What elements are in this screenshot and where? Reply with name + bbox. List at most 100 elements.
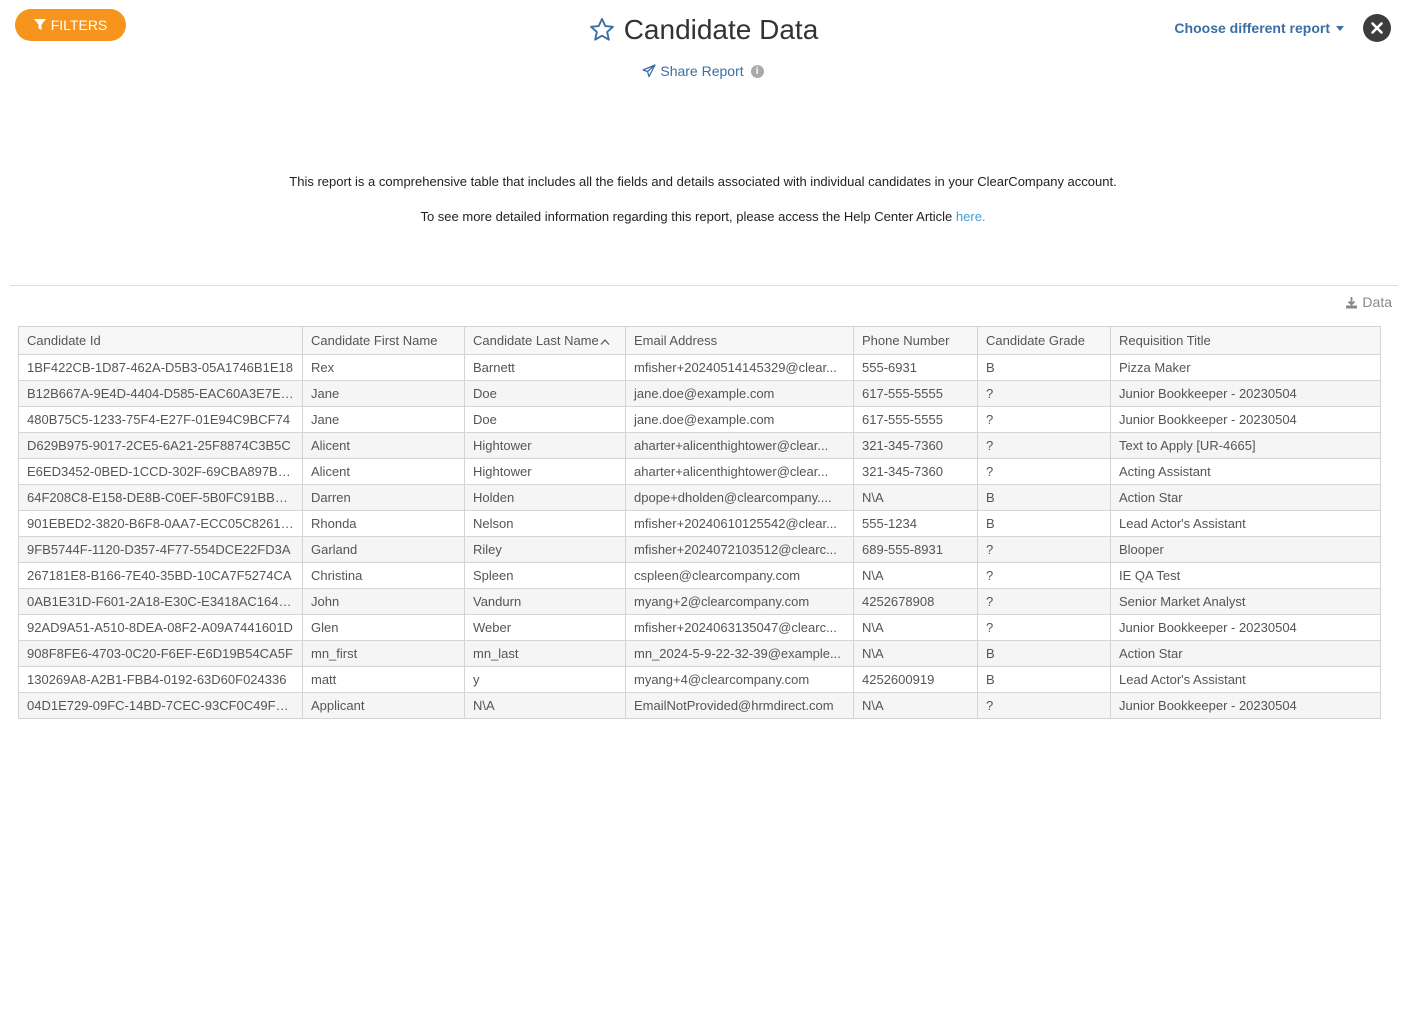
table-row[interactable]: 901EBED2-3820-B6F8-0AA7-ECC05C826122 Rhon… (18, 510, 1381, 537)
cell-grade: ? (977, 458, 1111, 485)
table-row[interactable]: 908F8FE6-4703-0C20-F6EF-E6D19B54CA5F mn_f… (18, 640, 1381, 667)
cell-last-name: Spleen (464, 562, 626, 589)
cell-candidate-id: 9FB5744F-1120-D357-4F77-554DCE22FD3A (18, 536, 303, 563)
table-row[interactable]: 9FB5744F-1120-D357-4F77-554DCE22FD3A Garl… (18, 536, 1381, 563)
cell-email: myang+4@clearcompany.com (625, 666, 854, 693)
cell-phone: 4252678908 (853, 588, 978, 615)
cell-email: jane.doe@example.com (625, 380, 854, 407)
cell-phone: 689-555-8931 (853, 536, 978, 563)
cell-requisition: Junior Bookkeeper - 20230504 (1110, 692, 1381, 719)
cell-phone: 555-6931 (853, 354, 978, 381)
cell-requisition: Text to Apply [UR-4665] (1110, 432, 1381, 459)
cell-phone: 321-345-7360 (853, 458, 978, 485)
share-report-label: Share Report (660, 63, 744, 79)
column-header-requisition[interactable]: Requisition Title (1110, 326, 1381, 355)
table-row[interactable]: 0AB1E31D-F601-2A18-E30C-E3418AC164AB John… (18, 588, 1381, 615)
cell-last-name: y (464, 666, 626, 693)
table-row[interactable]: 480B75C5-1233-75F4-E27F-01E94C9BCF74 Jane… (18, 406, 1381, 433)
cell-email: myang+2@clearcompany.com (625, 588, 854, 615)
table-row[interactable]: 64F208C8-E158-DE8B-C0EF-5B0FC91BBCE3 Darr… (18, 484, 1381, 511)
column-header-last-name-label: Candidate Last Name (473, 333, 599, 348)
cell-grade: ? (977, 562, 1111, 589)
cell-requisition: Senior Market Analyst (1110, 588, 1381, 615)
sort-ascending-icon (600, 338, 610, 345)
choose-report-dropdown[interactable]: Choose different report (1174, 20, 1344, 36)
column-header-phone[interactable]: Phone Number (853, 326, 978, 355)
cell-first-name: Rex (302, 354, 465, 381)
cell-first-name: Jane (302, 380, 465, 407)
cell-grade: ? (977, 406, 1111, 433)
table-row[interactable]: B12B667A-9E4D-4404-D585-EAC60A3E7E1B Jane… (18, 380, 1381, 407)
cell-requisition: IE QA Test (1110, 562, 1381, 589)
cell-candidate-id: 64F208C8-E158-DE8B-C0EF-5B0FC91BBCE3 (18, 484, 303, 511)
close-icon (1371, 22, 1383, 34)
cell-first-name: Alicent (302, 432, 465, 459)
column-header-candidate-id[interactable]: Candidate Id (18, 326, 303, 355)
close-button[interactable] (1363, 14, 1391, 42)
cell-candidate-id: 04D1E729-09FC-14BD-7CEC-93CF0C49FE70 (18, 692, 303, 719)
cell-email: EmailNotProvided@hrmdirect.com (625, 692, 854, 719)
table-row[interactable]: E6ED3452-0BED-1CCD-302F-69CBA897BF19 Alic… (18, 458, 1381, 485)
help-center-link[interactable]: here. (956, 209, 986, 224)
cell-phone: N\A (853, 640, 978, 667)
cell-candidate-id: 1BF422CB-1D87-462A-D5B3-05A1746B1E18 (18, 354, 303, 381)
cell-phone: 555-1234 (853, 510, 978, 537)
divider (10, 285, 1398, 286)
cell-candidate-id: 0AB1E31D-F601-2A18-E30C-E3418AC164AB (18, 588, 303, 615)
cell-grade: B (977, 640, 1111, 667)
cell-email: aharter+alicenthightower@clear... (625, 432, 854, 459)
column-header-email[interactable]: Email Address (625, 326, 854, 355)
cell-first-name: Darren (302, 484, 465, 511)
cell-requisition: Junior Bookkeeper - 20230504 (1110, 406, 1381, 433)
cell-last-name: Riley (464, 536, 626, 563)
cell-email: mfisher+2024072103512@clearc... (625, 536, 854, 563)
cell-requisition: Action Star (1110, 640, 1381, 667)
cell-grade: B (977, 666, 1111, 693)
cell-phone: 4252600919 (853, 666, 978, 693)
cell-last-name: Holden (464, 484, 626, 511)
cell-requisition: Lead Actor's Assistant (1110, 510, 1381, 537)
cell-grade: B (977, 354, 1111, 381)
cell-grade: ? (977, 614, 1111, 641)
cell-phone: N\A (853, 484, 978, 511)
candidate-table: Candidate Id Candidate First Name Candid… (18, 326, 1381, 719)
help-center-text: To see more detailed information regardi… (0, 209, 1406, 224)
cell-last-name: Doe (464, 380, 626, 407)
cell-grade: ? (977, 692, 1111, 719)
caret-down-icon (1336, 25, 1344, 31)
cell-last-name: mn_last (464, 640, 626, 667)
cell-email: mfisher+20240514145329@clear... (625, 354, 854, 381)
cell-candidate-id: E6ED3452-0BED-1CCD-302F-69CBA897BF19 (18, 458, 303, 485)
share-report-link[interactable]: Share Report i (0, 63, 1406, 79)
download-data-button[interactable]: Data (1345, 294, 1392, 310)
star-icon[interactable] (588, 16, 616, 44)
column-header-first-name[interactable]: Candidate First Name (302, 326, 465, 355)
page-title: Candidate Data (623, 14, 819, 45)
cell-requisition: Junior Bookkeeper - 20230504 (1110, 380, 1381, 407)
cell-grade: ? (977, 380, 1111, 407)
cell-candidate-id: 908F8FE6-4703-0C20-F6EF-E6D19B54CA5F (18, 640, 303, 667)
table-row[interactable]: 1BF422CB-1D87-462A-D5B3-05A1746B1E18 Rex B… (18, 354, 1381, 381)
column-header-last-name[interactable]: Candidate Last Name (464, 326, 626, 355)
cell-last-name: Barnett (464, 354, 626, 381)
cell-candidate-id: 92AD9A51-A510-8DEA-08F2-A09A7441601D (18, 614, 303, 641)
info-icon[interactable]: i (750, 64, 764, 78)
cell-last-name: Vandurn (464, 588, 626, 615)
paper-plane-icon (642, 64, 657, 78)
cell-first-name: Christina (302, 562, 465, 589)
table-row[interactable]: D629B975-9017-2CE5-6A21-25F8874C3B5C Alic… (18, 432, 1381, 459)
report-description: This report is a comprehensive table tha… (289, 174, 1117, 189)
table-row[interactable]: 92AD9A51-A510-8DEA-08F2-A09A7441601D Glen… (18, 614, 1381, 641)
table-row[interactable]: 04D1E729-09FC-14BD-7CEC-93CF0C49FE70 Appl… (18, 692, 1381, 719)
cell-first-name: Garland (302, 536, 465, 563)
cell-first-name: Applicant (302, 692, 465, 719)
cell-grade: ? (977, 432, 1111, 459)
table-row[interactable]: 130269A8-A2B1-FBB4-0192-63D60F024336 matt… (18, 666, 1381, 693)
cell-requisition: Acting Assistant (1110, 458, 1381, 485)
cell-last-name: Weber (464, 614, 626, 641)
cell-email: jane.doe@example.com (625, 406, 854, 433)
download-label: Data (1362, 294, 1392, 310)
table-row[interactable]: 267181E8-B166-7E40-35BD-10CA7F5274CA Chri… (18, 562, 1381, 589)
cell-requisition: Pizza Maker (1110, 354, 1381, 381)
column-header-grade[interactable]: Candidate Grade (977, 326, 1111, 355)
